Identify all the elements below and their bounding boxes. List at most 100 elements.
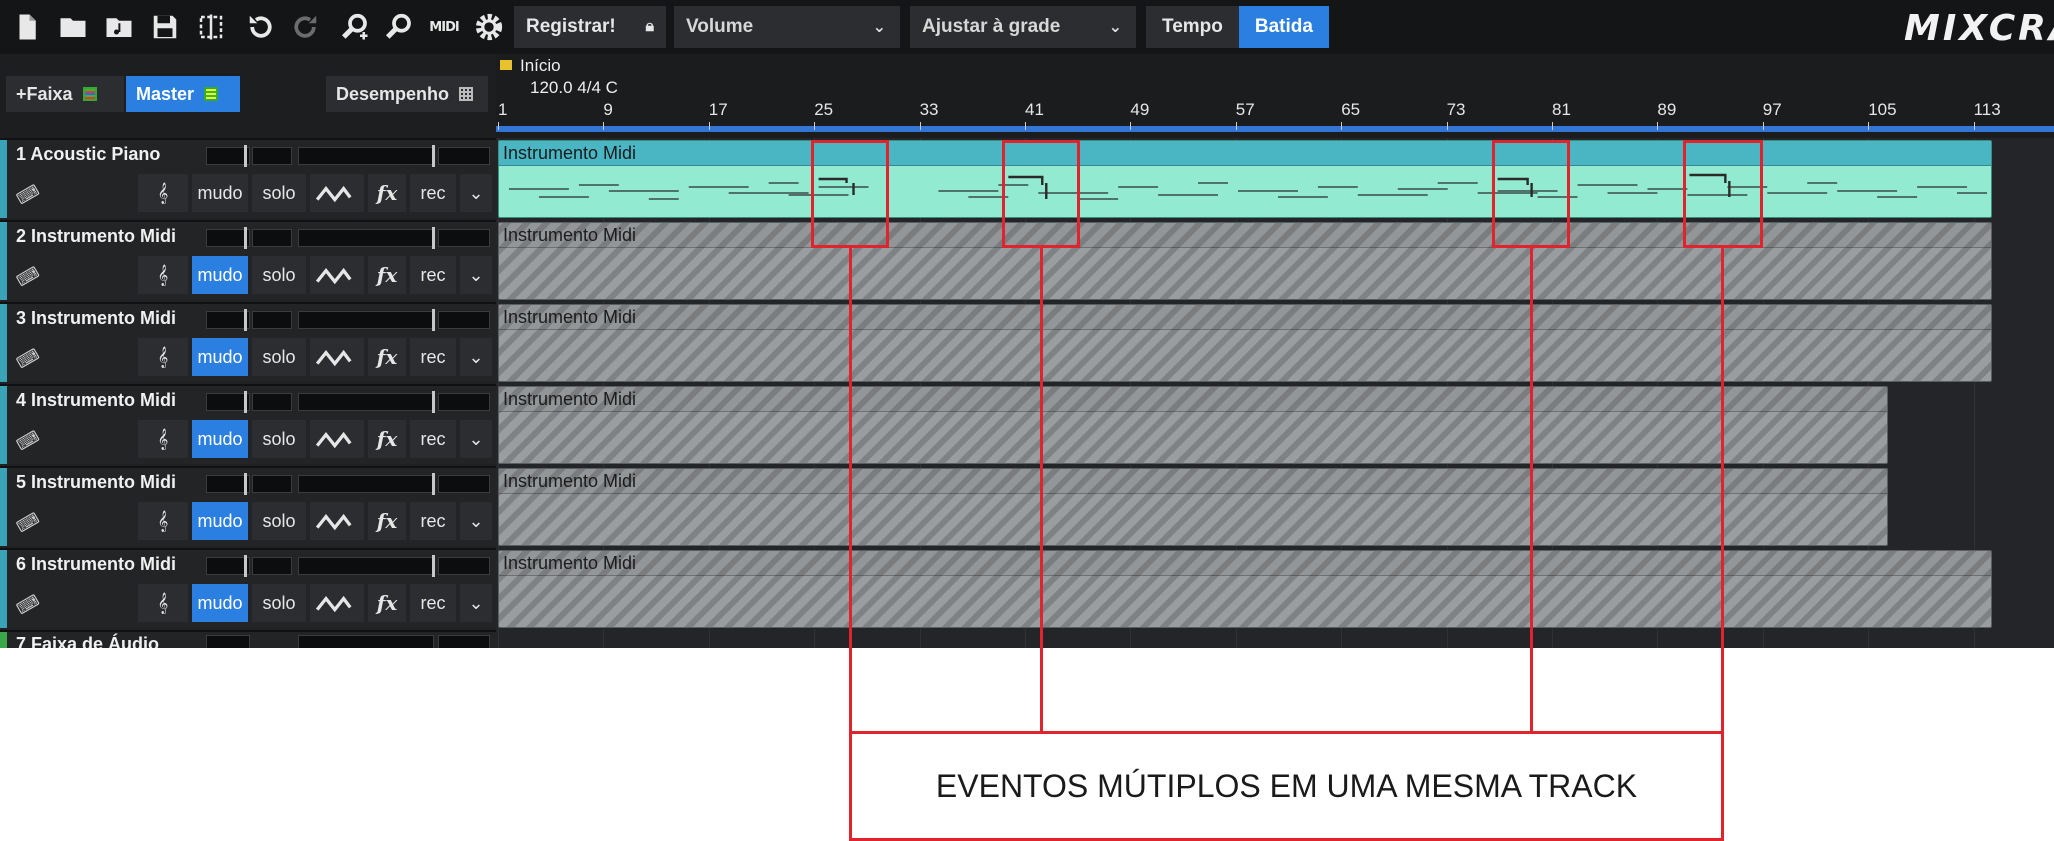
track-header-1[interactable]: 1 Acoustic Piano ⌨ 𝄞 mudo solo fx rec ⌄ [0, 138, 496, 218]
midi-clip[interactable]: Instrumento Midi [498, 222, 1992, 300]
volume-meter[interactable] [298, 557, 434, 575]
track-lane-3[interactable]: Instrumento Midi [496, 302, 2054, 384]
volume-handle[interactable] [432, 391, 435, 413]
beat-option[interactable]: Batida [1238, 6, 1329, 48]
settings-icon[interactable] [472, 8, 506, 46]
rec-button[interactable]: rec [410, 338, 456, 376]
solo-button[interactable]: solo [252, 502, 306, 540]
chevron-down-icon[interactable]: ⌄ [460, 584, 492, 622]
selection-icon[interactable] [194, 8, 228, 46]
volume-meter[interactable] [298, 147, 434, 165]
master-button[interactable]: Master [126, 76, 240, 112]
track-lane-2[interactable]: Instrumento Midi [496, 220, 2054, 302]
mute-button[interactable]: mudo [192, 174, 248, 212]
zoom-in-icon[interactable] [338, 8, 372, 46]
keyboard-icon[interactable]: 𝄞 [138, 584, 188, 622]
mute-button[interactable]: mudo [192, 502, 248, 540]
volume-meter[interactable] [298, 635, 434, 648]
track-lane-4[interactable]: Instrumento Midi [496, 384, 2054, 466]
track-header-6[interactable]: 6 Instrumento Midi ⌨ 𝄞 mudo solo fx rec … [0, 548, 496, 628]
solo-button[interactable]: solo [252, 420, 306, 458]
keyboard-icon[interactable]: 𝄞 [138, 338, 188, 376]
grid-snap-select[interactable]: Ajustar à grade ⌄ [910, 6, 1136, 48]
volume-meter[interactable] [298, 229, 434, 247]
new-file-icon[interactable] [10, 8, 44, 46]
volume-handle[interactable] [432, 309, 435, 331]
add-track-button[interactable]: +Faixa [6, 76, 124, 112]
midi-clip[interactable]: Instrumento Midi [498, 468, 1888, 546]
midi-clip[interactable]: Instrumento Midi [498, 550, 1992, 628]
rec-button[interactable]: rec [410, 420, 456, 458]
tempo-option[interactable]: Tempo [1146, 6, 1239, 48]
volume-meter[interactable] [298, 393, 434, 411]
rec-button[interactable]: rec [410, 584, 456, 622]
solo-button[interactable]: solo [252, 584, 306, 622]
keyboard-icon[interactable]: 𝄞 [138, 256, 188, 294]
mute-button[interactable]: mudo [192, 256, 248, 294]
chevron-down-icon[interactable]: ⌄ [460, 502, 492, 540]
pan-handle[interactable] [244, 145, 247, 167]
solo-button[interactable]: solo [252, 174, 306, 212]
automation-icon[interactable] [310, 502, 364, 540]
midi-clip[interactable]: Instrumento Midi [498, 304, 1992, 382]
track-header-7[interactable]: 7 Faixa de Áudio [0, 630, 496, 648]
midi-clip[interactable]: Instrumento Midi [498, 386, 1888, 464]
piano-instrument-icon[interactable]: ⌨ [13, 254, 63, 300]
volume-handle[interactable] [432, 473, 435, 495]
volume-handle[interactable] [432, 227, 435, 249]
fx-button[interactable]: fx [368, 502, 406, 540]
pan-handle[interactable] [244, 555, 247, 577]
open-folder-icon[interactable] [56, 8, 90, 46]
track-header-5[interactable]: 5 Instrumento Midi ⌨ 𝄞 mudo solo fx rec … [0, 466, 496, 546]
solo-button[interactable]: solo [252, 338, 306, 376]
folder-music-icon[interactable] [102, 8, 136, 46]
fx-button[interactable]: fx [368, 174, 406, 212]
volume-meter[interactable] [298, 475, 434, 493]
pan-handle[interactable] [244, 473, 247, 495]
mute-button[interactable]: mudo [192, 338, 248, 376]
fx-button[interactable]: fx [368, 256, 406, 294]
track-lane-1[interactable]: Instrumento Midi [496, 138, 2054, 220]
volume-select[interactable]: Volume ⌄ [674, 6, 900, 48]
solo-button[interactable]: solo [252, 256, 306, 294]
pan-handle[interactable] [244, 227, 247, 249]
automation-icon[interactable] [310, 256, 364, 294]
piano-instrument-icon[interactable]: ⌨ [13, 418, 63, 464]
register-button[interactable]: Registrar! 🔒︎ [514, 6, 666, 48]
fx-button[interactable]: fx [368, 420, 406, 458]
chevron-down-icon[interactable]: ⌄ [460, 338, 492, 376]
volume-meter[interactable] [298, 311, 434, 329]
volume-handle[interactable] [432, 555, 435, 577]
rec-button[interactable]: rec [410, 502, 456, 540]
track-lane-6[interactable]: Instrumento Midi [496, 548, 2054, 630]
mute-button[interactable]: mudo [192, 420, 248, 458]
track-lane-5[interactable]: Instrumento Midi [496, 466, 2054, 548]
zoom-out-icon[interactable] [382, 8, 416, 46]
tempo-signature[interactable]: 120.0 4/4 C [530, 78, 618, 98]
piano-instrument-icon[interactable]: ⌨ [13, 336, 63, 382]
track-lane-7[interactable] [496, 630, 2054, 648]
chevron-down-icon[interactable]: ⌄ [460, 256, 492, 294]
piano-instrument-icon[interactable]: ⌨ [13, 500, 63, 546]
automation-icon[interactable] [310, 420, 364, 458]
midi-icon[interactable]: MIDI [424, 8, 464, 46]
pan-meter[interactable] [206, 635, 250, 648]
midi-clip[interactable]: Instrumento Midi [498, 140, 1992, 218]
keyboard-icon[interactable]: 𝄞 [138, 420, 188, 458]
piano-instrument-icon[interactable]: ⌨ [13, 582, 63, 628]
pan-handle[interactable] [244, 309, 247, 331]
track-header-2[interactable]: 2 Instrumento Midi ⌨ 𝄞 mudo solo fx rec … [0, 220, 496, 300]
mute-button[interactable]: mudo [192, 584, 248, 622]
undo-icon[interactable] [244, 8, 278, 46]
pan-handle[interactable] [244, 391, 247, 413]
fx-button[interactable]: fx [368, 338, 406, 376]
save-icon[interactable] [148, 8, 182, 46]
automation-icon[interactable] [310, 338, 364, 376]
performance-button[interactable]: Desempenho [326, 76, 488, 112]
chevron-down-icon[interactable]: ⌄ [460, 174, 492, 212]
loop-region-bar[interactable] [496, 126, 2054, 132]
chevron-down-icon[interactable]: ⌄ [460, 420, 492, 458]
automation-icon[interactable] [310, 584, 364, 622]
automation-icon[interactable] [310, 174, 364, 212]
timeline-ruler[interactable]: Início 120.0 4/4 C 1 9 17 25 33 41 49 57 65 73 81 8… [496, 54, 2054, 138]
